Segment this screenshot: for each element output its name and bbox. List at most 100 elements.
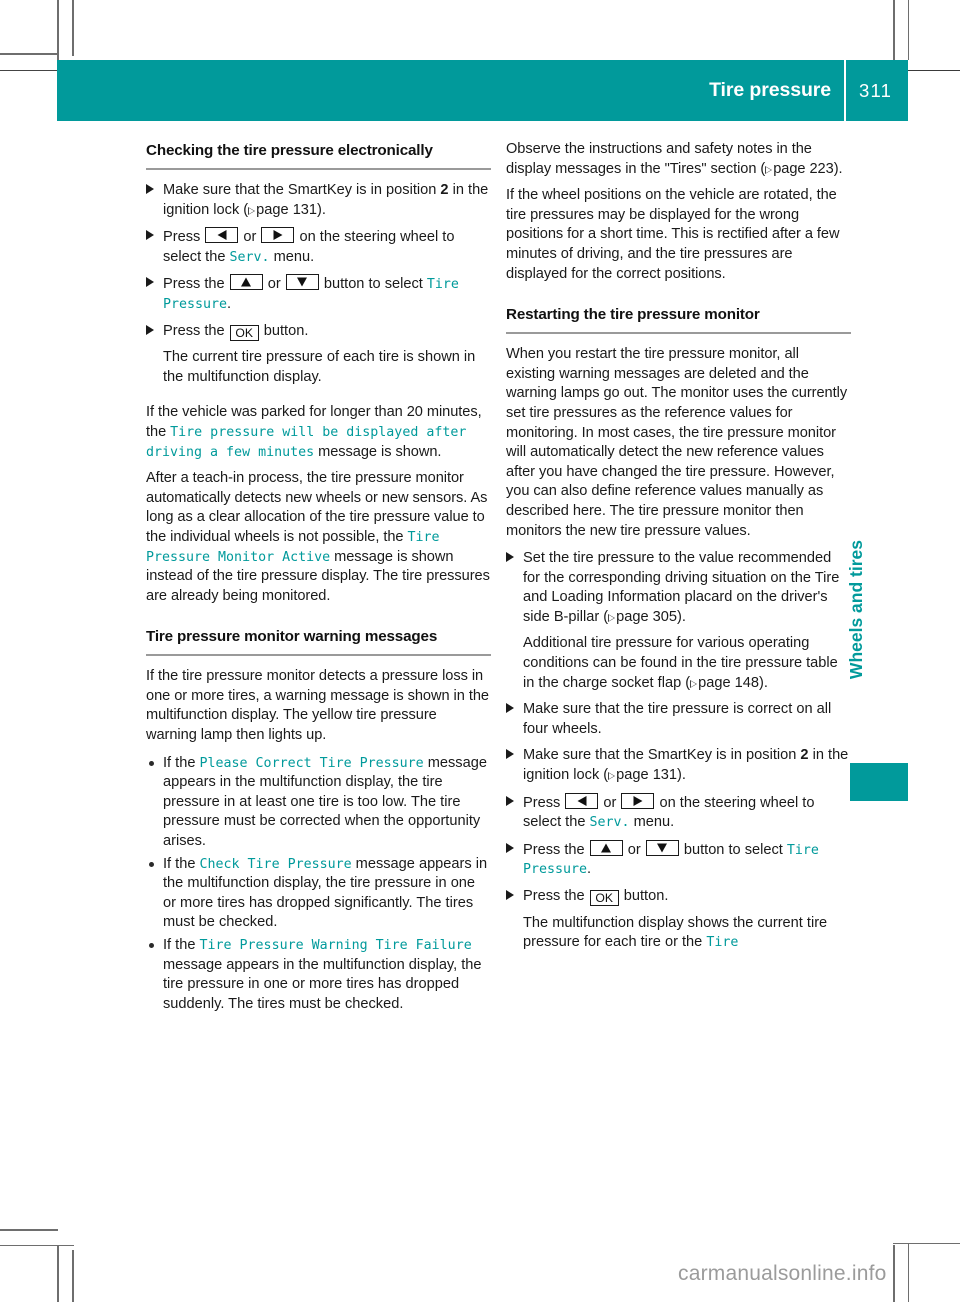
crop-mark-bottom-left-horizontal-inner xyxy=(0,1245,74,1246)
display-message-text: Check Tire Pressure xyxy=(199,856,352,872)
step-item: Make sure that the SmartKey is in positi… xyxy=(506,746,851,785)
step-note-part: ). xyxy=(758,674,768,691)
heading-rule xyxy=(146,654,491,657)
left-section-heading-2: Tire pressure monitor warning messages xyxy=(146,628,438,646)
step-arrow-icon xyxy=(506,703,514,714)
step-text-part: . xyxy=(227,295,232,312)
step-text-part: Press xyxy=(163,229,205,246)
page-reference-icon xyxy=(608,613,616,622)
step-text-part: or xyxy=(599,794,621,811)
page-header-bar: Tire pressure 311 xyxy=(57,60,908,121)
paragraph-observe: Observe the instructions and safety note… xyxy=(506,140,851,179)
step-bold-value: 2 xyxy=(440,182,449,198)
step-text-part: button. xyxy=(619,888,669,904)
display-message-text: Serv. xyxy=(229,249,270,265)
step-text-part: Press the xyxy=(523,841,589,858)
crop-mark-bottom-right-vertical xyxy=(893,1245,895,1302)
crop-mark-top-right-vertical-inner xyxy=(908,0,909,60)
list-text-part: If the xyxy=(163,754,200,771)
step-text-part: ). xyxy=(317,201,326,218)
step-text-part: button. xyxy=(259,322,309,339)
right-arrow-key-icon xyxy=(261,227,295,244)
step-text-part: Press the xyxy=(163,276,229,293)
list-text-part: message appears in the multifunction dis… xyxy=(163,956,482,1012)
step-note-part: Additional tire pressure for various ope… xyxy=(523,635,838,691)
list-item: If the Please Correct Tire Pressure mess… xyxy=(146,754,491,852)
right-steps-list: Set the tire pressure to the value recom… xyxy=(506,549,851,953)
bullet-dot-icon xyxy=(149,760,154,766)
step-text-part: Press xyxy=(523,794,565,811)
crop-mark-bottom-right-vertical-inner xyxy=(908,1243,909,1302)
step-item: Make sure that the tire pressure is corr… xyxy=(506,700,851,739)
step-item: Press the OK button. The multifunction d… xyxy=(506,887,851,953)
crop-mark-top-left-horizontal-inner xyxy=(0,70,58,71)
step-arrow-icon xyxy=(506,890,514,900)
site-watermark: carmanualsonline.info xyxy=(678,1262,887,1285)
page-reference-text: page 305 xyxy=(616,608,678,625)
right-column: Observe the instructions and safety note… xyxy=(506,140,851,960)
crop-mark-top-left-vertical-inner xyxy=(72,0,74,56)
down-arrow-key-icon xyxy=(645,839,679,856)
crop-mark-top-left-horizontal-outer xyxy=(0,53,58,55)
paragraph-warning: If the tire pressure monitor detects a p… xyxy=(146,668,489,744)
step-text-part: menu. xyxy=(269,248,315,265)
page-title: Tire pressure xyxy=(709,79,831,101)
step-bold-value: 2 xyxy=(800,747,809,764)
paragraph-text-part: ). xyxy=(833,160,843,177)
step-text-part: menu. xyxy=(629,814,675,831)
step-result-part: The multifunction display shows the curr… xyxy=(523,914,828,951)
step-text-part: ). xyxy=(677,608,686,625)
page-reference-icon xyxy=(765,165,773,174)
page-content: Checking the tire pressure electronicall… xyxy=(0,140,960,1230)
page-reference-text: page 131 xyxy=(616,767,678,784)
right-section-heading: Restarting the tire pressure monitor xyxy=(506,306,760,324)
heading-rule xyxy=(146,168,491,170)
list-item: If the Check Tire Pressure message appea… xyxy=(146,855,491,933)
page-reference-text: page 223 xyxy=(773,160,834,177)
page-number: 311 xyxy=(859,79,893,101)
page-reference-icon xyxy=(248,206,256,215)
step-text-part: Make sure that the SmartKey is in positi… xyxy=(523,747,801,764)
step-arrow-icon xyxy=(146,324,154,335)
step-result-text: The multifunction display shows the curr… xyxy=(523,914,851,953)
left-section-heading: Checking the tire pressure electronicall… xyxy=(146,142,433,159)
display-message-text: Tire xyxy=(706,935,739,951)
list-text-part: If the xyxy=(163,855,200,872)
step-text-part: Make sure that the tire pressure is corr… xyxy=(523,701,832,737)
page-reference-text: page 148 xyxy=(698,674,759,691)
paragraph-teachin: After a teach-in process, the tire press… xyxy=(146,469,491,606)
display-message-text: Tire Pressure Warning Tire Failure xyxy=(199,938,472,953)
crop-mark-top-left-vertical-outer xyxy=(57,0,59,60)
bullet-dot-icon xyxy=(149,943,154,948)
step-item: Press the or button to select Tire Press… xyxy=(506,839,851,880)
step-arrow-icon xyxy=(506,552,514,563)
bullet-dot-icon xyxy=(149,861,154,867)
step-text-part: ). xyxy=(677,767,686,784)
right-arrow-key-icon xyxy=(621,792,655,809)
step-item: Set the tire pressure to the value recom… xyxy=(506,549,851,693)
left-column: Checking the tire pressure electronicall… xyxy=(146,140,491,1017)
step-arrow-icon xyxy=(146,184,154,194)
ok-key-icon: OK xyxy=(229,324,259,341)
step-result-text: The current tire pressure of each tire i… xyxy=(163,349,476,385)
list-text-part: If the xyxy=(163,937,200,953)
step-arrow-icon xyxy=(146,230,154,241)
step-arrow-icon xyxy=(506,842,514,853)
left-arrow-key-icon xyxy=(565,792,599,809)
step-arrow-icon xyxy=(506,795,514,806)
step-text-part: button to select xyxy=(319,276,427,293)
list-item: If the Tire Pressure Warning Tire Failur… xyxy=(146,936,491,1014)
warning-message-list: If the Please Correct Tire Pressure mess… xyxy=(146,754,491,1015)
paragraph-rotated: If the wheel positions on the vehicle ar… xyxy=(506,187,840,282)
step-text-part: Make sure that the SmartKey is in positi… xyxy=(163,182,441,198)
crop-mark-bottom-right-horizontal xyxy=(893,1243,960,1244)
step-text-part: or xyxy=(263,276,285,293)
step-item: Press the or button to select Tire Press… xyxy=(146,274,491,314)
crop-mark-bottom-left-vertical xyxy=(57,1245,59,1302)
crop-mark-bottom-left-vertical-inner xyxy=(72,1250,74,1302)
step-arrow-icon xyxy=(146,277,154,288)
ok-key-icon: OK xyxy=(589,890,619,906)
paragraph-text-part: message is shown. xyxy=(314,443,442,460)
step-text-part: button to select xyxy=(679,841,787,858)
step-text-part: Press the xyxy=(163,322,229,339)
